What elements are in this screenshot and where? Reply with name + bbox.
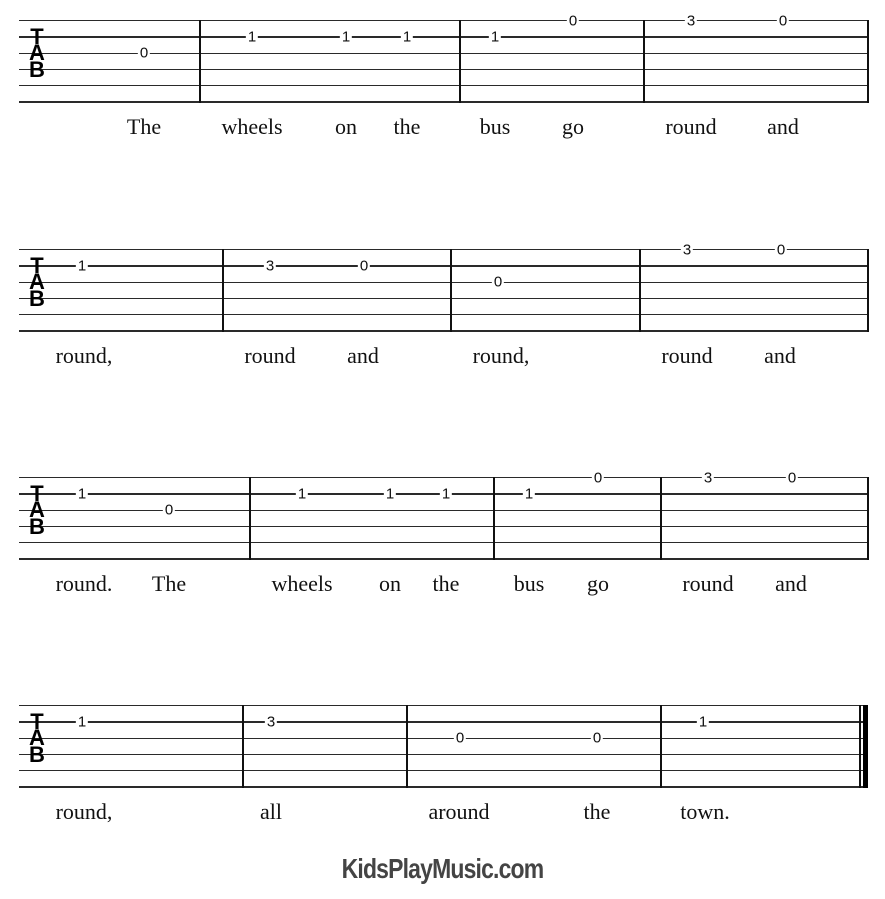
fret-number: 1 <box>696 713 710 731</box>
fret-number: 0 <box>453 729 467 747</box>
string-line <box>19 737 868 739</box>
fret-number: 1 <box>522 485 536 503</box>
fret-number: 3 <box>263 257 277 275</box>
clef-letter: B <box>29 285 45 311</box>
string-line <box>19 770 868 772</box>
string-line <box>19 249 868 251</box>
lyric-word: and <box>764 343 796 368</box>
string-line <box>19 281 868 283</box>
tab-clef: TAB <box>28 710 46 767</box>
lyric-word: the <box>432 571 460 596</box>
end-barline <box>867 477 869 560</box>
string-line <box>19 265 868 267</box>
string-line <box>19 542 868 544</box>
lyric-word: go <box>587 571 609 596</box>
barline <box>450 249 452 332</box>
tab-clef: TAB <box>28 482 46 539</box>
string-line <box>19 297 868 300</box>
clef-letter: B <box>29 741 45 767</box>
lyric-word: round, <box>55 799 113 824</box>
barline <box>222 249 224 332</box>
lyric-word: all <box>260 799 282 824</box>
barline <box>249 477 251 560</box>
lyric-word: round <box>244 343 296 368</box>
fret-number: 3 <box>680 241 694 259</box>
footer-site-name: KidsPlayMusic.com <box>341 853 545 884</box>
fret-number: 1 <box>75 485 89 503</box>
barline <box>242 705 244 788</box>
tablature-sheet: T A B 0 1 1 1 1 0 3 0 The wheels on the bus go round and T A… <box>0 0 885 899</box>
barline <box>660 477 662 560</box>
lyric-word: bus <box>513 571 545 596</box>
string-line <box>19 330 868 332</box>
fret-number: 0 <box>785 469 799 487</box>
fret-number: 3 <box>264 713 278 731</box>
string-line <box>19 786 868 788</box>
lyric-word: round <box>661 343 713 368</box>
lyric-word: round <box>682 571 734 596</box>
fret-number: 0 <box>774 241 788 259</box>
fret-number: 1 <box>75 257 89 275</box>
fret-number: 1 <box>75 713 89 731</box>
fret-number: 0 <box>491 273 505 291</box>
lyric-word: the <box>583 799 611 824</box>
fret-number: 1 <box>295 485 309 503</box>
final-barline-thick <box>863 705 868 788</box>
fret-number: 1 <box>383 485 397 503</box>
fret-number: 0 <box>162 501 176 519</box>
fret-number: 0 <box>590 729 604 747</box>
lyric-word: round. <box>55 571 113 596</box>
barline <box>660 705 662 788</box>
fret-number: 0 <box>591 469 605 487</box>
string-line <box>19 525 868 528</box>
lyric-word: The <box>151 571 187 596</box>
lyric-word: and <box>347 343 379 368</box>
fret-number: 0 <box>357 257 371 275</box>
string-line <box>19 314 868 316</box>
barline <box>406 705 408 788</box>
tab-clef: TAB <box>28 254 46 311</box>
string-line <box>19 477 868 479</box>
end-barline <box>867 249 869 332</box>
string-line <box>19 705 868 707</box>
lyric-word: around <box>428 799 490 824</box>
lyric-word: and <box>775 571 807 596</box>
string-line <box>19 509 868 511</box>
lyric-word: round, <box>472 343 530 368</box>
final-barline-thin <box>859 705 861 788</box>
lyric-word: round, <box>55 343 113 368</box>
string-line <box>19 558 868 560</box>
clef-letter: B <box>29 513 45 539</box>
tab-system: T A B 1 3 0 0 1 round, all around the town. <box>0 0 885 824</box>
string-line <box>19 753 868 756</box>
fret-number: 3 <box>701 469 715 487</box>
barline <box>493 477 495 560</box>
lyric-word: on <box>379 571 401 596</box>
lyric-word: wheels <box>271 571 333 596</box>
string-line <box>19 721 868 723</box>
fret-number: 1 <box>439 485 453 503</box>
lyric-word: town. <box>680 799 730 824</box>
barline <box>639 249 641 332</box>
